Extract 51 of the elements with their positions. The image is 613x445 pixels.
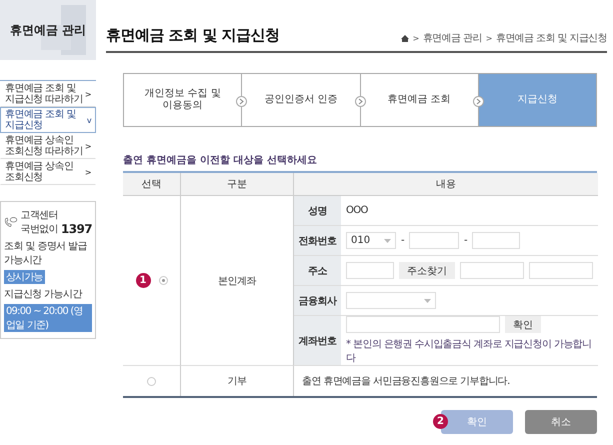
category-text: 기부 (228, 375, 246, 388)
column-header: 선택 (123, 173, 180, 196)
dropdown-arrow-icon (424, 298, 431, 302)
account-note: * 본인의 은행권 수시입출금식 계좌로 지급신청이 가능합니다 (346, 338, 592, 365)
category-text: 본인계좌 (218, 274, 256, 288)
phone-number: 1397 (61, 222, 92, 236)
dash-text: - (401, 235, 404, 246)
phone-input[interactable] (472, 232, 520, 249)
step-marker: 1 (136, 273, 150, 288)
breadcrumb-separator: > (486, 34, 492, 42)
name-value: OOO (346, 205, 369, 216)
column-header: 구분 (180, 173, 293, 196)
contact-prefix: 국번없이 (20, 223, 58, 236)
chevron-icon (236, 96, 248, 107)
home-icon[interactable] (400, 34, 409, 42)
bank-select[interactable] (346, 292, 436, 309)
step-marker: 2 (433, 414, 448, 429)
phone-prefix-select[interactable]: 010 (346, 232, 396, 249)
confirm-button[interactable]: 확인 (505, 316, 541, 333)
donation-text: 출연 휴면예금을 서민금융진흥원으로 기부합니다. (302, 375, 510, 388)
address-detail-input[interactable] (529, 262, 593, 279)
hours-label: 지급신청 가능시간 (4, 288, 84, 301)
dash-text: - (464, 235, 468, 246)
address-search-button[interactable]: 주소찾기 (399, 262, 455, 279)
section-heading: 출연 휴면예금을 이전할 대상을 선택하세요 (123, 154, 318, 167)
hours-label: 조회 및 증명서 발급 가능시간 (4, 240, 88, 267)
phone-input[interactable] (409, 232, 460, 249)
hours-badge: 상시가능 (4, 270, 45, 284)
field-label: 전화번호 (294, 226, 341, 256)
page-title: 휴면예금 조회 및 지급신청 (106, 26, 280, 45)
breadcrumb-link[interactable]: 휴면예금 관리 (422, 31, 482, 45)
field-label: 계좌번호 (294, 316, 341, 365)
dropdown-arrow-icon (384, 238, 391, 242)
breadcrumb-separator: > (412, 34, 419, 42)
account-input[interactable] (346, 316, 500, 333)
field-label: 금융회사 (294, 286, 341, 316)
sidebar-title: 휴면예금 관리 (10, 22, 86, 38)
column-header: 내용 (293, 173, 598, 196)
field-label: 주소 (294, 256, 341, 286)
radio-button[interactable] (147, 376, 156, 386)
field-label: 성명 (294, 196, 341, 226)
contact-label: 고객센터 (20, 209, 59, 222)
breadcrumb-link[interactable]: 휴면예금 조회 및 지급신청 (496, 31, 607, 45)
hours-badge: 09:00 ~ 20:00 (영업일 기준) (4, 304, 92, 332)
postcode-input[interactable] (346, 262, 394, 279)
cancel-button[interactable]: 취소 (525, 410, 597, 434)
sidebar-menu-item[interactable]: 휴면예금 조회 및 지급신청 v (0, 107, 96, 133)
radio-button[interactable] (158, 276, 168, 285)
step-item: 개인정보 수집 및 이용동의 (123, 73, 242, 127)
sidebar-menu-item[interactable]: 휴면예금 상속인 조회신청 > (0, 159, 96, 185)
address-input[interactable] (460, 262, 524, 279)
